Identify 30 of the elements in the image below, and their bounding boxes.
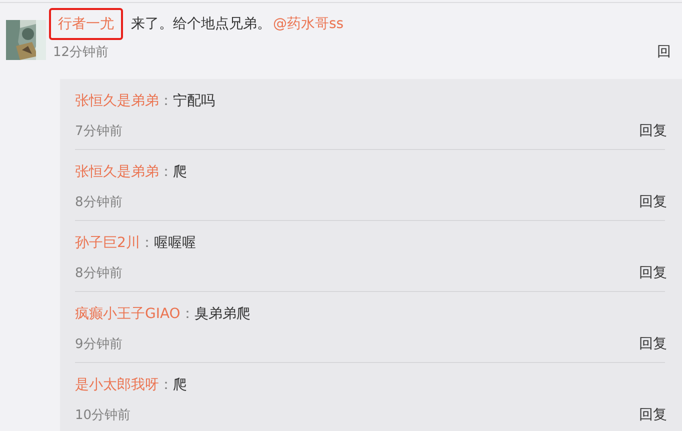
reply-button[interactable]: 回复 xyxy=(639,264,667,282)
username-link[interactable]: 行者一尤 xyxy=(49,8,123,40)
username-link[interactable]: 张恒久是弟弟 xyxy=(75,163,159,181)
timestamp: 7分钟前 xyxy=(75,123,122,140)
timestamp: 12分钟前 xyxy=(53,44,109,61)
reply-button[interactable]: 回 xyxy=(657,43,671,61)
reply-text: 臭弟弟爬 xyxy=(194,305,250,323)
reply-text: 爬 xyxy=(173,163,187,181)
colon-separator: ： xyxy=(180,305,194,323)
reply-text: 爬 xyxy=(173,376,187,394)
mention-link[interactable]: @药水哥ss xyxy=(273,15,344,33)
reply-button[interactable]: 回复 xyxy=(639,335,667,353)
colon-separator: ： xyxy=(159,92,173,110)
reply-text: 喔喔喔 xyxy=(154,234,196,252)
timestamp: 8分钟前 xyxy=(75,194,122,211)
colon-separator: ： xyxy=(159,376,173,394)
reply-text: 宁配吗 xyxy=(173,92,215,110)
username-link[interactable]: 疯癫小王子GIAO xyxy=(75,305,180,323)
timestamp: 9分钟前 xyxy=(75,336,122,353)
username-link[interactable]: 张恒久是弟弟 xyxy=(75,92,159,110)
username-link[interactable]: 孙子巨2川 xyxy=(75,234,140,252)
comment-text: 来了。给个地点兄弟。 xyxy=(131,15,271,33)
colon-separator: ： xyxy=(140,234,154,252)
colon-separator: ： xyxy=(159,163,173,181)
reply-button[interactable]: 回复 xyxy=(639,193,667,211)
username-link[interactable]: 是小太郎我呀 xyxy=(75,376,159,394)
reply-button[interactable]: 回复 xyxy=(639,122,667,140)
reply-button[interactable]: 回复 xyxy=(639,406,667,424)
timestamp: 10分钟前 xyxy=(75,407,131,424)
timestamp: 8分钟前 xyxy=(75,265,122,282)
